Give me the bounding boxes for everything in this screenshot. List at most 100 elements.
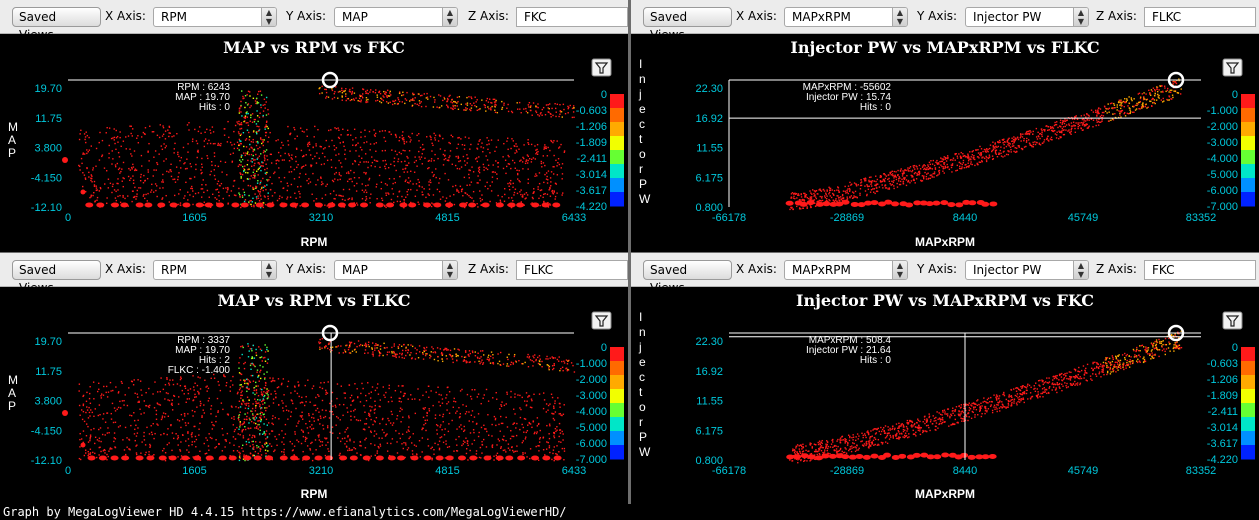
color-scale-segment [610,94,624,109]
scatter-point [294,431,296,433]
scatter-point [137,135,139,137]
scatter-point [300,185,302,188]
scatter-plot[interactable]: MAP19.7011.753.800-4.150-12.100 1605 3210 4… [0,286,628,504]
scatter-point [192,190,194,192]
y-axis-select[interactable]: Injector PW ▲ ▼ [965,7,1089,27]
scatter-point [265,188,267,191]
scatter-point [186,449,188,451]
scatter-point [243,200,246,203]
scatter-point [917,173,919,176]
scatter-point [248,139,251,141]
scatter-point [1088,119,1090,121]
scatter-point [833,200,836,202]
scatter-point [365,99,368,101]
scatter-point [325,389,327,392]
scatter-point [174,142,176,145]
z-axis-field[interactable]: FLKC [1144,7,1256,27]
scatter-point [240,111,242,113]
scatter-point [368,392,370,395]
scatter-point [170,175,173,178]
scatter-point [143,400,145,402]
scatter-point [541,202,550,208]
scatter-point [290,171,293,173]
saved-views-button[interactable]: Saved Views [12,260,101,295]
scatter-point [351,98,353,101]
scatter-point [1008,150,1010,153]
x-axis-value: RPM [161,10,187,24]
scatter-point [401,94,403,97]
scatter-point [977,149,979,151]
scatter-point [137,401,139,403]
x-axis-select[interactable]: RPM ▲ ▼ [153,7,277,27]
scatter-point [408,150,411,152]
scatter-point [443,98,446,100]
scatter-point [457,143,460,146]
scatter-plot[interactable]: InjectorPW22.3016.9211.556.1750.800-6617… [631,33,1259,252]
scatter-point [131,190,134,192]
x-axis-select[interactable]: RPM ▲ ▼ [153,260,277,280]
scatter-point [502,167,505,170]
scatter-point [274,171,276,173]
z-axis-field[interactable]: FLKC [516,260,628,280]
scatter-point [272,398,275,400]
scatter-point [215,189,217,191]
scatter-point [155,189,157,192]
scatter-point [381,98,383,100]
scatter-point [333,190,335,192]
scatter-point [521,423,523,426]
scatter-point [522,453,524,456]
scatter-point [94,436,97,438]
scatter-point [251,113,254,115]
scatter-point [327,425,329,427]
scatter-point [523,431,525,433]
scatter-point [155,413,158,416]
x-axis-select[interactable]: MAPxRPM ▲ ▼ [784,7,908,27]
scatter-point [376,160,379,162]
scatter-point [428,181,430,183]
scatter-point [218,184,221,187]
scatter-point [537,188,539,190]
filter-button[interactable] [1222,58,1243,77]
scatter-point [893,177,895,179]
scatter-point [165,145,167,147]
scatter-point [158,136,161,139]
filter-button[interactable] [591,58,612,77]
scatter-point [517,178,519,180]
scatter-point [810,196,813,198]
scatter-point [257,428,259,430]
scatter-point [424,157,426,159]
scatter-point [157,202,166,208]
z-axis-field[interactable]: FKC [516,7,628,27]
scatter-point [1060,136,1062,138]
scatter-point [179,204,182,207]
saved-views-button[interactable]: Saved Views [12,7,101,42]
scatter-point [146,426,148,429]
scatter-point [956,164,959,167]
scatter-point [812,189,814,191]
scatter-point [248,153,250,156]
scatter-point [123,177,125,180]
scatter-point [254,100,257,102]
scatter-point [232,384,234,386]
scatter-point [268,405,270,407]
scatter-plot[interactable]: MAP19.7011.753.800-4.150-12.100 1605 3210 4… [0,33,628,252]
scatter-point [369,149,371,151]
scatter-point [538,438,541,440]
y-axis-select[interactable]: MAP ▲ ▼ [334,7,458,27]
scatter-point [536,425,539,427]
scatter-point [407,157,409,159]
scatter-point [548,433,550,435]
scatter-point [296,392,299,395]
scatter-point [171,449,173,452]
saved-views-button[interactable]: Saved Views [643,7,732,42]
scatter-point [240,156,243,158]
scatter-point [364,129,366,131]
y-axis-select[interactable]: MAP ▲ ▼ [334,260,458,280]
scatter-point [456,167,459,170]
scatter-point [1073,124,1075,126]
scatter-point [265,114,268,116]
scatter-point [208,397,210,400]
scatter-point [1101,111,1104,114]
scatter-point [383,136,385,139]
scatter-point [469,432,472,434]
